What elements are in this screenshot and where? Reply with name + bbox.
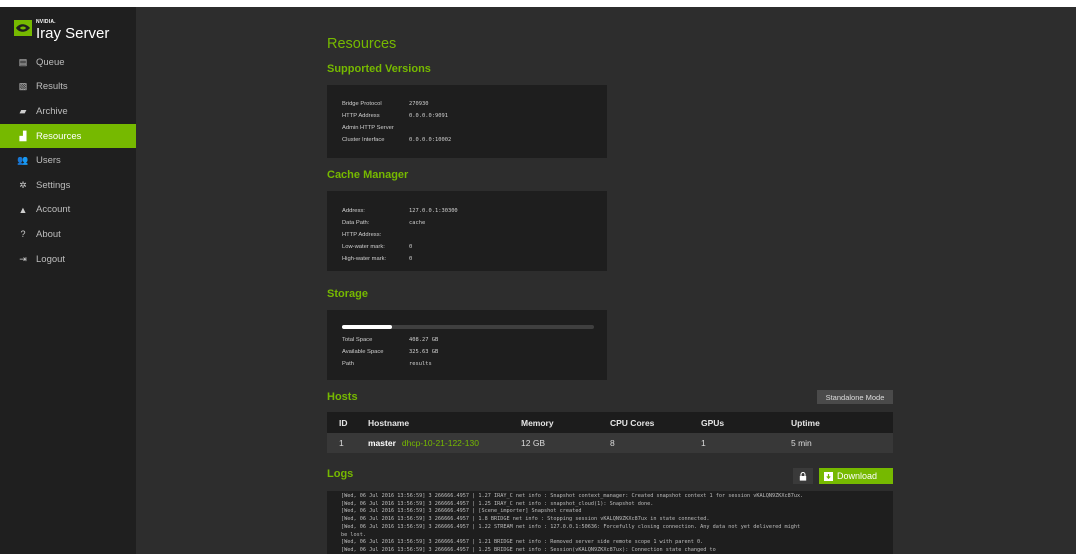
sidebar-item-queue[interactable]: ▤ Queue (0, 50, 136, 75)
column-header-id[interactable]: ID (339, 412, 348, 433)
sidebar-item-account[interactable]: ▲ Account (0, 198, 136, 223)
image-icon: ▧ (18, 81, 28, 92)
kv-value: 0.0.0.0:9091 (409, 113, 448, 119)
host-uptime: 5 min (791, 438, 812, 448)
question-icon: ? (20, 229, 26, 240)
kv-value: 127.0.0.1:30300 (409, 208, 458, 214)
sidebar-item-settings[interactable]: ✲ Settings (0, 173, 136, 198)
sidebar-item-label: Results (36, 81, 68, 93)
page-title: Resources (327, 36, 397, 52)
sidebar-item-label: Settings (36, 179, 71, 191)
sidebar-item-label: About (36, 228, 61, 240)
cache-manager-panel: Address: 127.0.0.1:30300 Data Path: cach… (327, 191, 607, 271)
sidebar-nav: ▤ Queue ▧ Results ▰ Archive ▟ Resources 👥 Users ✲ S… (0, 50, 136, 271)
sidebar-item-logout[interactable]: ⇥ Logout (0, 247, 136, 272)
log-line: [Wed, 06 Jul 2016 13:56:59] 3 266666.495… (341, 493, 804, 499)
sidebar-item-archive[interactable]: ▰ Archive (0, 99, 136, 124)
hosts-table-header: ID Hostname Memory CPU Cores GPUs Uptime (327, 412, 893, 433)
storage-heading: Storage (327, 288, 368, 300)
sidebar-item-label: Resources (36, 130, 82, 142)
hosts-table: ID Hostname Memory CPU Cores GPUs Uptime… (327, 412, 893, 453)
hosts-heading: Hosts (327, 391, 358, 403)
host-cpu-cores: 8 (610, 438, 615, 448)
log-line: [Wed, 06 Jul 2016 13:56:59] 3 266666.495… (341, 523, 801, 530)
sidebar-item-resources[interactable]: ▟ Resources (0, 123, 136, 149)
log-line: [Wed, 06 Jul 2016 13:56:59] 3 266666.495… (341, 546, 716, 553)
column-header-hostname[interactable]: Hostname (368, 412, 409, 433)
sidebar-item-label: Archive (36, 105, 68, 117)
kv-key: Admin HTTP Server (342, 125, 394, 131)
kv-key: HTTP Address: (342, 232, 382, 238)
host-address-link[interactable]: dhcp-10-21-122-130 (402, 438, 479, 448)
kv-key: High-water mark: (342, 256, 387, 262)
logs-heading: Logs (327, 468, 354, 480)
column-header-cpu-cores[interactable]: CPU Cores (610, 412, 654, 433)
kv-value: results (409, 361, 432, 367)
logs-panel[interactable]: [Wed, 06 Jul 2016 13:56:59] 3 266666.495… (327, 491, 893, 554)
kv-value: 270930 (409, 101, 429, 107)
kv-value: 0.0.0.0:10002 (409, 137, 452, 143)
logout-icon: ⇥ (19, 253, 27, 264)
sidebar-item-label: Logout (36, 253, 66, 265)
brand-title: Iray Server (36, 25, 110, 42)
app-logo[interactable]: NVIDIA. Iray Server (14, 15, 134, 49)
kv-value: 0 (409, 244, 413, 250)
storage-panel: Total Space 408.27 GB Available Space 32… (327, 310, 607, 380)
host-name: master (368, 438, 396, 448)
download-button[interactable]: Download (819, 468, 893, 484)
sidebar-item-label: Users (36, 155, 61, 167)
standalone-mode-button[interactable]: Standalone Mode (817, 390, 893, 404)
supported-versions-panel: Bridge Protocol 270930 HTTP Address 0.0.… (327, 85, 607, 158)
storage-progress-fill (342, 325, 393, 329)
kv-value: 408.27 GB (409, 337, 439, 343)
queue-icon: ▤ (18, 56, 28, 67)
log-line: [Wed, 06 Jul 2016 13:56:59] 3 266666.495… (341, 500, 654, 507)
kv-value: 0 (409, 256, 413, 262)
chart-icon: ▟ (19, 130, 27, 141)
archive-icon: ▰ (19, 105, 27, 116)
host-hostname: master dhcp-10-21-122-130 (368, 433, 479, 453)
kv-key: Bridge Protocol (342, 101, 382, 107)
kv-key: Path (342, 361, 354, 367)
log-line: [Wed, 06 Jul 2016 13:56:59] 3 266666.495… (341, 516, 710, 523)
column-header-gpus[interactable]: GPUs (701, 412, 724, 433)
kv-key: Available Space (342, 349, 384, 355)
kv-key: Data Path: (342, 220, 370, 226)
download-icon (824, 471, 833, 481)
user-icon: ▲ (18, 204, 28, 215)
download-label: Download (837, 471, 878, 481)
gear-icon: ✲ (19, 179, 27, 190)
main-content: Resources Supported Versions Bridge Prot… (136, 7, 1076, 554)
column-header-uptime[interactable]: Uptime (791, 412, 820, 433)
top-strip (0, 0, 1076, 7)
sidebar-item-label: Queue (36, 56, 65, 68)
host-memory: 12 GB (521, 438, 546, 448)
lock-icon (799, 471, 807, 481)
supported-versions-heading: Supported Versions (327, 63, 431, 75)
kv-key: Cluster Interface (342, 137, 385, 143)
storage-progress-bar (342, 325, 594, 329)
kv-key: HTTP Address (342, 113, 380, 119)
log-line: [Wed, 06 Jul 2016 13:56:59] 3 266666.495… (341, 508, 582, 515)
kv-key: Low-water mark: (342, 244, 385, 250)
kv-value: cache (409, 220, 426, 226)
lock-button[interactable] (793, 468, 813, 484)
cache-manager-heading: Cache Manager (327, 169, 409, 181)
sidebar-item-users[interactable]: 👥 Users (0, 148, 136, 173)
column-header-memory[interactable]: Memory (521, 412, 554, 433)
kv-key: Address: (342, 208, 365, 214)
log-line: be lost. (341, 531, 366, 538)
users-icon: 👥 (17, 155, 29, 166)
kv-key: Total Space (342, 337, 373, 343)
host-gpus: 1 (701, 438, 706, 448)
table-row[interactable]: 1 master dhcp-10-21-122-130 12 GB 8 1 5 … (327, 433, 893, 453)
log-line: [Wed, 06 Jul 2016 13:56:59] 3 266666.495… (341, 539, 704, 546)
nvidia-logo-icon (14, 20, 32, 36)
sidebar-item-label: Account (36, 204, 71, 216)
sidebar: NVIDIA. Iray Server ▤ Queue ▧ Results ▰ Archi… (0, 7, 136, 554)
sidebar-item-results[interactable]: ▧ Results (0, 75, 136, 100)
kv-value: 325.63 GB (409, 349, 439, 355)
host-id: 1 (339, 438, 344, 448)
sidebar-item-about[interactable]: ? About (0, 222, 136, 247)
